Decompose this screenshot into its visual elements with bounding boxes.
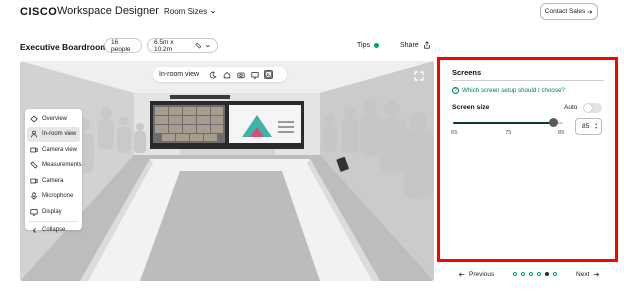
previous-label: Previous: [469, 271, 495, 278]
menu-label-camera-view: Camera view: [42, 146, 78, 153]
room-name: Executive Boardroom: [20, 42, 108, 52]
people-count-pill[interactable]: 16 people: [104, 38, 142, 53]
menu-item-overview[interactable]: Overview: [27, 111, 80, 127]
camera-icon: [30, 146, 38, 154]
menu-label-collapse: Collapse: [42, 227, 66, 234]
arrow-left-icon: [458, 272, 465, 277]
menu-label-measurements: Measurements: [42, 162, 82, 169]
tips-indicator-dot: [373, 43, 379, 48]
gallery-icon[interactable]: [264, 70, 274, 79]
screen-size-slider-track[interactable]: [453, 122, 563, 124]
screen-size-label: Screen size: [452, 104, 490, 111]
tips-label: Tips: [357, 42, 370, 49]
menu-label-overview: Overview: [42, 115, 68, 122]
share-label: Share: [400, 41, 419, 49]
menu-item-camera-view[interactable]: Camera view: [27, 142, 80, 158]
screen-icon[interactable]: [250, 70, 259, 79]
home-icon[interactable]: [222, 70, 231, 79]
panel-title: Screens: [452, 68, 482, 77]
room-sizes-dropdown[interactable]: Room Sizes: [164, 7, 216, 16]
contact-sales-button[interactable]: Contact Sales: [540, 3, 598, 20]
menu-item-camera[interactable]: Camera: [27, 173, 80, 189]
slider-mid-label: 75: [505, 130, 512, 136]
step-dot[interactable]: [553, 272, 557, 276]
app-title: Workspace Designer: [57, 5, 159, 17]
ruler-icon: [195, 42, 202, 49]
toggle-knob: [584, 104, 592, 112]
menu-label-camera: Camera: [42, 177, 64, 184]
screen-size-stepper[interactable]: 85 ▲ ▼: [575, 118, 602, 135]
step-indicator: [513, 272, 557, 276]
cisco-logo[interactable]: CISCO: [20, 6, 57, 18]
arrow-right-icon: [594, 272, 600, 277]
top-navigation: CISCO Workspace Designer Room Sizes Cont…: [0, 0, 624, 26]
screen-size-slider-thumb[interactable]: [548, 118, 558, 127]
panel-divider: [452, 80, 604, 81]
step-dot[interactable]: [513, 272, 517, 276]
room-dimensions-dropdown[interactable]: 6.5m x 10.2m: [147, 38, 218, 53]
step-dot[interactable]: [537, 272, 541, 276]
chevron-down-icon: [211, 10, 216, 13]
person-icon: [30, 130, 38, 138]
view-mode-label: In-room view: [159, 71, 200, 78]
chevron-left-icon: [30, 226, 38, 234]
camera-icon: [30, 177, 38, 185]
microphone-icon: [30, 192, 38, 200]
camera-icon[interactable]: [236, 70, 245, 79]
menu-item-display[interactable]: Display: [27, 204, 80, 220]
people-count: 16 people: [111, 38, 131, 53]
room-render-scene: [20, 61, 434, 281]
step-dot[interactable]: [521, 272, 525, 276]
menu-item-microphone[interactable]: Microphone: [27, 189, 80, 205]
room-dimensions: 6.5m x 10.2m: [154, 38, 174, 53]
step-dot[interactable]: [529, 272, 533, 276]
menu-divider: [29, 220, 78, 222]
auto-label: Auto: [564, 104, 578, 111]
share-button[interactable]: Share: [400, 41, 431, 49]
menu-item-measurements[interactable]: Measurements: [27, 158, 82, 174]
ruler-icon: [30, 161, 38, 169]
overview-icon: [30, 115, 38, 123]
screen-setup-help-link[interactable]: ? Which screen setup should I choose?: [452, 87, 565, 94]
previous-button[interactable]: Previous: [458, 271, 494, 278]
share-icon: [423, 41, 430, 49]
room-3d-viewport[interactable]: In-room view Overview In-room view Camer…: [20, 61, 434, 281]
contact-sales-label: Contact Sales: [544, 8, 586, 15]
auto-toggle[interactable]: [583, 103, 602, 113]
menu-label-display: Display: [42, 208, 62, 215]
menu-label-microphone: Microphone: [42, 193, 74, 200]
stepper-arrows-icon[interactable]: ▲ ▼: [595, 122, 598, 130]
slider-max-label: 85: [558, 130, 565, 136]
step-dot[interactable]: [545, 272, 549, 276]
slider-min-label: 65: [451, 130, 458, 136]
fullscreen-icon[interactable]: [413, 69, 425, 81]
moon-icon[interactable]: [208, 70, 217, 79]
next-label: Next: [576, 271, 590, 278]
screen-size-value: 85: [582, 123, 590, 130]
help-link-text: Which screen setup should I choose?: [462, 87, 565, 94]
chevron-down-icon: [206, 44, 211, 47]
slider-fill: [453, 122, 553, 124]
room-sizes-label: Room Sizes: [164, 7, 208, 16]
arrow-right-icon: [587, 9, 593, 14]
view-side-menu: Overview In-room view Camera view Measur…: [25, 109, 82, 233]
display-icon: [30, 208, 38, 216]
menu-label-in-room-view: In-room view: [42, 131, 77, 138]
tips-button[interactable]: Tips: [357, 42, 379, 49]
menu-item-collapse[interactable]: Collapse: [27, 223, 80, 239]
next-button[interactable]: Next: [576, 271, 600, 278]
help-icon: ?: [452, 87, 459, 94]
menu-item-in-room-view[interactable]: In-room view: [27, 126, 80, 142]
view-toolbar: In-room view: [153, 67, 287, 82]
